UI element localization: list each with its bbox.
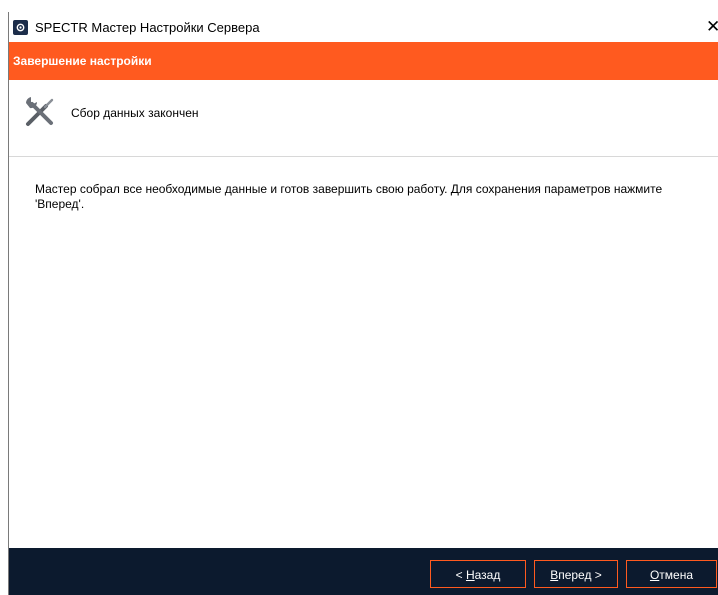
- step-status-text: Сбор данных закончен: [71, 106, 199, 120]
- back-label: азад: [474, 568, 501, 582]
- gear-icon: [13, 20, 28, 35]
- step-header: Сбор данных закончен: [9, 80, 718, 157]
- back-hotkey: Н: [465, 568, 475, 582]
- button-bar: < Назад Вперед > Отмена: [9, 548, 718, 595]
- cancel-label: тмена: [659, 568, 694, 582]
- title-bar: SPECTR Мастер Настройки Сервера ✕: [9, 12, 718, 42]
- next-button[interactable]: Вперед >: [534, 560, 618, 588]
- next-hotkey: В: [550, 568, 559, 582]
- completion-message: Мастер собрал все необходимые данные и г…: [35, 182, 663, 211]
- cancel-button[interactable]: Отмена: [626, 560, 717, 588]
- close-button[interactable]: ✕: [706, 16, 718, 38]
- next-label: перед >: [558, 568, 602, 582]
- step-banner: Завершение настройки: [9, 42, 718, 80]
- cancel-hotkey: О: [649, 568, 660, 582]
- back-button[interactable]: < Назад: [430, 560, 526, 588]
- back-prefix: <: [455, 568, 466, 582]
- wizard-window: SPECTR Мастер Настройки Сервера ✕ Заверш…: [8, 12, 718, 595]
- step-title: Завершение настройки: [13, 54, 152, 68]
- tools-icon: [25, 97, 54, 126]
- window-title: SPECTR Мастер Настройки Сервера: [35, 20, 260, 35]
